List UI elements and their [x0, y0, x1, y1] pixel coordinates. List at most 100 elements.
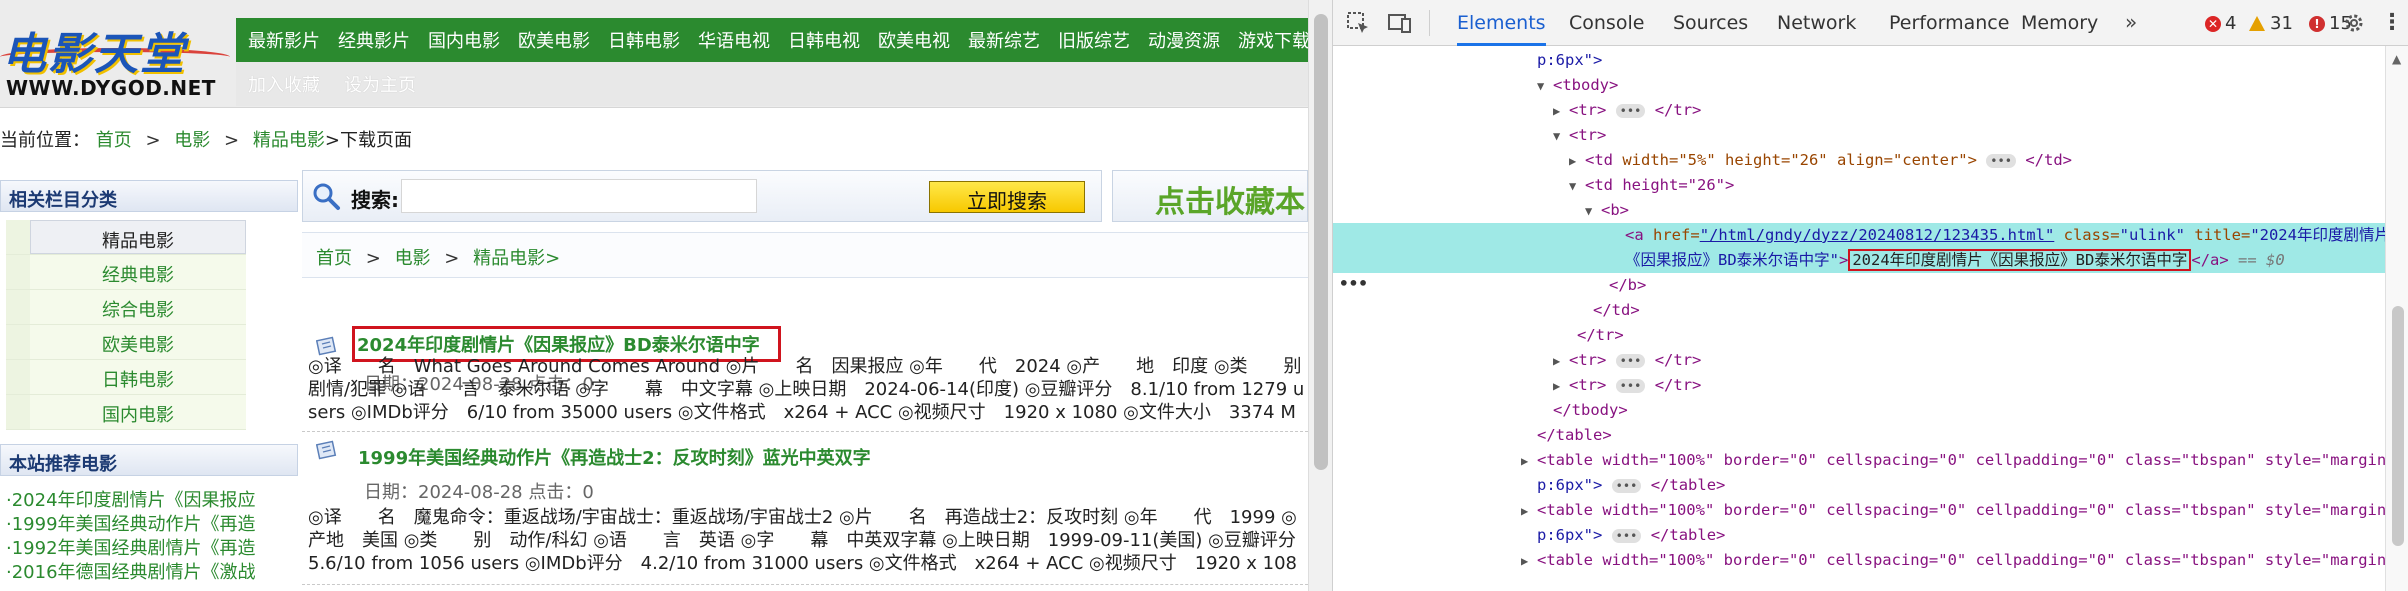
- tab-console[interactable]: Console: [1569, 0, 1644, 46]
- ellipsis-icon[interactable]: •••: [1615, 378, 1646, 393]
- kebab-menu-icon[interactable]: ⋮: [2381, 10, 2403, 35]
- recommend-item[interactable]: ·2024年印度剧情片《因果报应: [6, 486, 296, 510]
- category-label[interactable]: 综合电影: [30, 290, 246, 324]
- scroll-up-icon[interactable]: ▲: [2392, 52, 2401, 66]
- nav-item-anime[interactable]: 动漫资源: [1148, 27, 1220, 53]
- website-scrollbar[interactable]: [1308, 0, 1332, 591]
- dom-node[interactable]: ▶ <table width="100%" border="0" cellspac…: [1333, 498, 2385, 523]
- dom-node[interactable]: </tr>: [1333, 323, 2385, 348]
- dom-node[interactable]: p:6px">: [1333, 48, 2385, 73]
- content-breadcrumb-category[interactable]: 精品电影>: [473, 248, 560, 269]
- expand-triangle-icon[interactable]: ▶: [1521, 549, 1537, 573]
- nav-item-games[interactable]: 游戏下载: [1238, 27, 1308, 53]
- ellipsis-icon[interactable]: •••: [1611, 528, 1642, 543]
- dom-node[interactable]: ▶ <table width="100%" border="0" cellspac…: [1333, 448, 2385, 473]
- error-count-badge[interactable]: ✕ 4: [2205, 13, 2236, 34]
- dom-node[interactable]: ▶ <tr> ••• </tr>: [1333, 373, 2385, 398]
- tab-elements[interactable]: Elements: [1457, 0, 1546, 46]
- dom-node[interactable]: </b>: [1333, 273, 2385, 298]
- category-label[interactable]: 国内电影: [30, 395, 246, 429]
- category-label[interactable]: 欧美电影: [30, 325, 246, 359]
- dom-node[interactable]: ▼ <td height="26">: [1333, 173, 2385, 198]
- href-link[interactable]: "/html/gndy/dyzz/20240812/123435.html": [1700, 226, 2055, 244]
- dom-node[interactable]: ▶ <tr> ••• </tr>: [1333, 348, 2385, 373]
- expand-triangle-icon[interactable]: ▶: [1569, 149, 1585, 173]
- content-breadcrumb-home[interactable]: 首页: [316, 248, 352, 269]
- expand-triangle-icon[interactable]: ▶: [1521, 499, 1537, 523]
- category-label[interactable]: 精品电影: [30, 220, 246, 254]
- category-label[interactable]: 日韩电影: [30, 360, 246, 394]
- tab-sources[interactable]: Sources: [1673, 0, 1748, 46]
- expand-triangle-icon[interactable]: ▶: [1553, 349, 1569, 373]
- nav-item-latest[interactable]: 最新影片: [248, 27, 320, 53]
- site-logo[interactable]: 电影天堂 WWW.DYGOD.NET: [0, 18, 236, 104]
- collapse-triangle-icon[interactable]: ▼: [1537, 74, 1553, 98]
- ellipsis-icon[interactable]: •••: [1611, 478, 1642, 493]
- tab-memory[interactable]: Memory: [2021, 0, 2098, 46]
- expand-triangle-icon[interactable]: ▶: [1553, 99, 1569, 123]
- category-item[interactable]: 国内电影: [6, 395, 246, 430]
- scrollbar-thumb[interactable]: [1314, 14, 1328, 470]
- dom-node[interactable]: </tbody>: [1333, 398, 2385, 423]
- category-item[interactable]: 综合电影: [6, 290, 246, 325]
- recommend-item[interactable]: ·1999年美国经典动作片《再造: [6, 510, 296, 534]
- inspect-element-icon[interactable]: [1345, 10, 1371, 36]
- add-favorite-link[interactable]: 加入收藏: [248, 71, 320, 97]
- search-button[interactable]: 立即搜索: [929, 181, 1085, 213]
- collapse-triangle-icon[interactable]: ▼: [1553, 124, 1569, 148]
- nav-item-western[interactable]: 欧美电影: [518, 27, 590, 53]
- tab-performance[interactable]: Performance: [1889, 0, 2009, 46]
- dom-node[interactable]: </td>: [1333, 298, 2385, 323]
- category-item[interactable]: 精品电影: [6, 220, 246, 255]
- scrollbar-thumb[interactable]: [2392, 306, 2404, 546]
- nav-item-variety[interactable]: 最新综艺: [968, 27, 1040, 53]
- nav-item-jpkr[interactable]: 日韩电影: [608, 27, 680, 53]
- expand-triangle-icon[interactable]: ▶: [1553, 374, 1569, 398]
- ellipsis-icon[interactable]: •••: [1615, 353, 1646, 368]
- nav-item-jpkr-tv[interactable]: 日韩电视: [788, 27, 860, 53]
- more-tabs-button[interactable]: »: [2125, 10, 2137, 34]
- movie-description: ◎译 名 魔鬼命令：重返战场/宇宙战士：重返战场/宇宙战士2 ◎片 名 再造战士…: [308, 507, 1308, 574]
- set-homepage-link[interactable]: 设为主页: [344, 71, 416, 97]
- dom-node[interactable]: </table>: [1333, 423, 2385, 448]
- dom-node[interactable]: p:6px"> ••• </table>: [1333, 523, 2385, 548]
- breadcrumb-home[interactable]: 首页: [96, 130, 132, 151]
- error-count: 4: [2225, 13, 2237, 34]
- nav-item-old-variety[interactable]: 旧版综艺: [1058, 27, 1130, 53]
- devtools-scrollbar[interactable]: ▲: [2385, 46, 2408, 591]
- category-item[interactable]: 日韩电影: [6, 360, 246, 395]
- collapse-triangle-icon[interactable]: ▼: [1569, 174, 1585, 198]
- favorite-banner[interactable]: 点击收藏本: [1112, 170, 1308, 222]
- warning-count-badge[interactable]: 31: [2249, 13, 2293, 34]
- dom-node[interactable]: ▼ <b>: [1333, 198, 2385, 223]
- gear-icon[interactable]: [2343, 12, 2365, 34]
- nav-item-domestic[interactable]: 国内电影: [428, 27, 500, 53]
- dom-node[interactable]: ▶ <tr> ••• </tr>: [1333, 98, 2385, 123]
- movie-title-link[interactable]: 1999年美国经典动作片《再造战士2：反攻时刻》蓝光中英双字: [358, 444, 871, 470]
- category-label[interactable]: 经典电影: [30, 255, 246, 289]
- nav-item-classic[interactable]: 经典影片: [338, 27, 410, 53]
- nav-item-western-tv[interactable]: 欧美电视: [878, 27, 950, 53]
- highlighted-link-text[interactable]: 2024年印度剧情片《因果报应》BD泰米尔语中字: [1848, 249, 2192, 271]
- breadcrumb-movie[interactable]: 电影: [174, 130, 210, 151]
- collapse-triangle-icon[interactable]: ▼: [1585, 199, 1601, 223]
- tab-network[interactable]: Network: [1777, 0, 1856, 46]
- recommend-item[interactable]: ·2016年德国经典剧情片《激战: [6, 558, 296, 582]
- search-input[interactable]: [401, 179, 757, 213]
- selected-dom-node[interactable]: <a href="/html/gndy/dyzz/20240812/123435…: [1333, 223, 2385, 273]
- dom-node[interactable]: p:6px"> ••• </table>: [1333, 473, 2385, 498]
- dom-node[interactable]: ▼ <tr>: [1333, 123, 2385, 148]
- breadcrumb-category[interactable]: 精品电影: [253, 130, 325, 151]
- expand-triangle-icon[interactable]: ▶: [1521, 449, 1537, 473]
- dom-node[interactable]: ▶ <td width="5%" height="26" align="cente…: [1333, 148, 2385, 173]
- category-item[interactable]: 欧美电影: [6, 325, 246, 360]
- category-item[interactable]: 经典电影: [6, 255, 246, 290]
- recommend-item[interactable]: ·1992年美国经典剧情片《再造: [6, 534, 296, 558]
- dom-node[interactable]: ▶ <table width="100%" border="0" cellspac…: [1333, 548, 2385, 573]
- device-toolbar-icon[interactable]: [1387, 10, 1413, 36]
- ellipsis-icon[interactable]: •••: [1986, 153, 2016, 168]
- content-breadcrumb-movie[interactable]: 电影: [395, 248, 431, 269]
- dom-node[interactable]: ▼ <tbody>: [1333, 73, 2385, 98]
- nav-item-chinese-tv[interactable]: 华语电视: [698, 27, 770, 53]
- ellipsis-icon[interactable]: •••: [1615, 103, 1646, 118]
